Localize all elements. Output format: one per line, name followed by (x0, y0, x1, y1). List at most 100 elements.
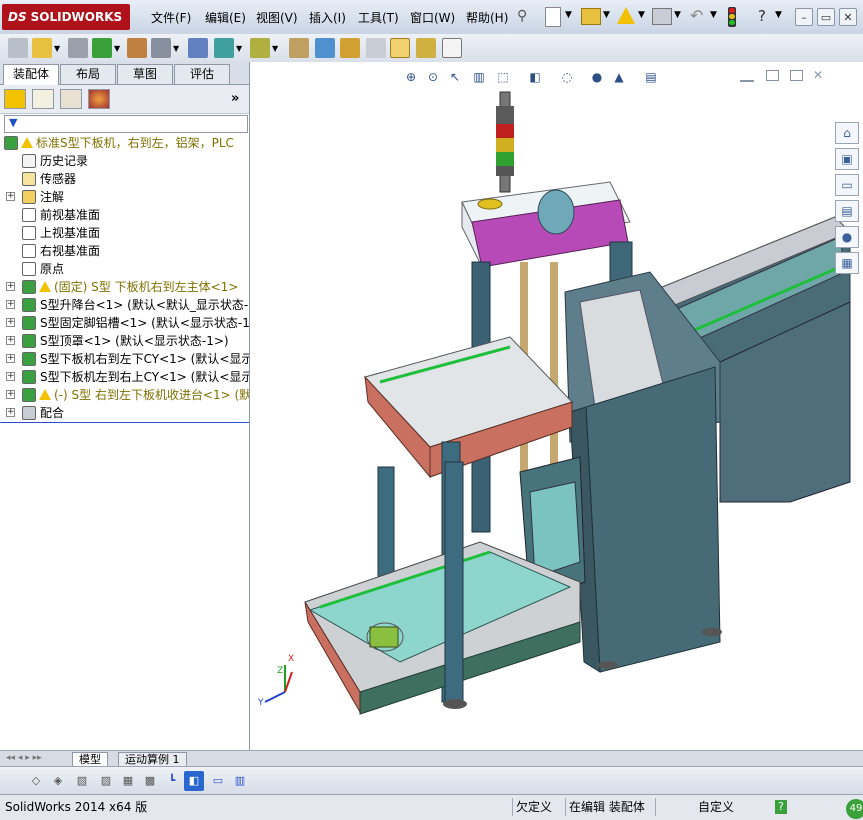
chevron-down-icon[interactable]: ▼ (236, 44, 242, 53)
chevron-down-icon[interactable]: ▼ (565, 10, 572, 20)
restore-button[interactable]: ▭ (817, 8, 835, 26)
tree-item[interactable]: + 注解 (0, 188, 249, 206)
section-view-icon[interactable]: ┗ (162, 771, 182, 791)
appearances-icon[interactable]: ● (835, 226, 859, 248)
insert-component-icon[interactable] (8, 38, 28, 58)
explode-line-sketch-icon[interactable] (366, 38, 386, 58)
exploded-view-icon[interactable] (340, 38, 360, 58)
minimize-button[interactable]: – (795, 8, 813, 26)
warning-icon[interactable] (617, 7, 635, 24)
tree-item[interactable]: + S型固定脚铝槽<1> (默认<显示状态-1> (0, 314, 249, 332)
chevron-down-icon[interactable]: ▼ (603, 10, 610, 20)
open-folder-icon[interactable] (581, 8, 601, 25)
feature-manager-tab-icon[interactable] (4, 89, 26, 109)
tree-item[interactable]: 上视基准面 (0, 224, 249, 242)
chevron-down-icon[interactable]: ▼ (114, 44, 120, 53)
rebuild-traffic-light-icon[interactable] (728, 7, 736, 27)
chevron-down-icon[interactable]: ▼ (272, 44, 278, 53)
custom-properties-icon[interactable]: ▦ (835, 252, 859, 274)
tree-item[interactable]: + S型升降台<1> (默认<默认_显示状态-1 (0, 296, 249, 314)
show-hidden-icon[interactable] (188, 38, 208, 58)
tree-filter-input[interactable]: ▼ (4, 115, 248, 133)
shadows-icon[interactable]: ▩ (140, 771, 160, 791)
expand-toggle-icon[interactable]: + (6, 318, 15, 327)
menu-file[interactable]: 文件(F) (151, 9, 191, 26)
help-status[interactable]: ? (775, 800, 787, 814)
notification-badge[interactable]: 49 (846, 799, 863, 819)
expand-toggle-icon[interactable]: + (6, 192, 15, 201)
tree-item[interactable]: 前视基准面 (0, 206, 249, 224)
menu-tools[interactable]: 工具(T) (358, 9, 399, 26)
instant3d-icon[interactable] (390, 38, 410, 58)
bill-of-materials-icon[interactable] (315, 38, 335, 58)
menu-help[interactable]: 帮助(H) (466, 9, 508, 26)
single-view-icon[interactable]: ▭ (208, 771, 228, 791)
design-library-icon[interactable]: ▣ (835, 148, 859, 170)
manager-expand-button[interactable]: » (231, 91, 239, 106)
help-icon[interactable]: ? (758, 7, 766, 25)
chevron-down-icon[interactable]: ▼ (710, 10, 717, 20)
move-component-icon[interactable] (151, 38, 171, 58)
tab-sketch[interactable]: 草图 (117, 64, 173, 84)
linear-pattern-icon[interactable] (92, 38, 112, 58)
tree-item[interactable]: 历史记录 (0, 152, 249, 170)
tree-item[interactable]: 传感器 (0, 170, 249, 188)
two-view-icon[interactable]: ▥ (230, 771, 250, 791)
tab-scroll-arrows-icon[interactable]: ◂◂ ◂ ▸ ▸▸ (6, 753, 42, 763)
new-motion-study-icon[interactable] (289, 38, 309, 58)
property-manager-tab-icon[interactable] (32, 89, 54, 109)
wireframe-icon[interactable]: ◇ (26, 771, 46, 791)
graphics-viewport[interactable]: ⊕ ⊙ ↖ ▥ ⬚ ◧ ◌ ● ▲ ▤ ✕ X Z Y ⌂ ▣ ▭ ▤ ● ▦ (250, 62, 863, 750)
close-button[interactable]: ✕ (839, 8, 857, 26)
menu-view[interactable]: 视图(V) (256, 9, 298, 26)
expand-toggle-icon[interactable]: + (6, 282, 15, 291)
smart-fasteners-icon[interactable] (127, 38, 147, 58)
home-icon[interactable]: ⌂ (835, 122, 859, 144)
expand-toggle-icon[interactable]: + (6, 336, 15, 345)
chevron-down-icon[interactable]: ▼ (173, 44, 179, 53)
reference-geometry-icon[interactable] (250, 38, 270, 58)
take-snapshot-icon[interactable] (442, 38, 462, 58)
tree-item[interactable]: + S型下板机右到左下CY<1> (默认<显示状 (0, 350, 249, 368)
shaded-with-edges-icon[interactable]: ▨ (96, 771, 116, 791)
tree-item[interactable]: 右视基准面 (0, 242, 249, 260)
machine-3d-model[interactable] (250, 62, 863, 750)
expand-toggle-icon[interactable]: + (6, 372, 15, 381)
units-status[interactable]: 自定义 (698, 799, 734, 815)
tree-item[interactable]: + 配合 (0, 404, 249, 422)
chevron-down-icon[interactable]: ▼ (775, 10, 782, 20)
expand-toggle-icon[interactable]: + (6, 300, 15, 309)
hidden-lines-removed-icon[interactable]: ▧ (72, 771, 92, 791)
tab-layout[interactable]: 布局 (60, 64, 116, 84)
filter-icon[interactable]: ▼ (9, 116, 17, 129)
menu-window[interactable]: 窗口(W) (410, 9, 455, 26)
chevron-down-icon[interactable]: ▼ (638, 10, 645, 20)
expand-toggle-icon[interactable]: + (6, 354, 15, 363)
view-palette-icon[interactable]: ▤ (835, 200, 859, 222)
pin-icon[interactable]: ⚲ (517, 8, 527, 24)
display-manager-tab-icon[interactable] (88, 89, 110, 109)
hidden-lines-visible-icon[interactable]: ◈ (48, 771, 68, 791)
tab-assembly[interactable]: 装配体 (3, 64, 59, 85)
speedpak-icon[interactable] (416, 38, 436, 58)
file-explorer-icon[interactable]: ▭ (835, 174, 859, 196)
expand-toggle-icon[interactable]: + (6, 408, 15, 417)
tree-item[interactable]: 原点 (0, 260, 249, 278)
configuration-manager-tab-icon[interactable] (60, 89, 82, 109)
new-document-icon[interactable] (545, 7, 561, 27)
open-folder-icon[interactable] (32, 38, 52, 58)
tree-item[interactable]: 标准S型下板机，右到左，铝架，PLC (0, 134, 249, 152)
assembly-features-icon[interactable] (214, 38, 234, 58)
mate-icon[interactable] (68, 38, 88, 58)
menu-edit[interactable]: 编辑(E) (205, 9, 246, 26)
shaded-icon[interactable]: ▦ (118, 771, 138, 791)
undo-icon[interactable]: ↶ (690, 6, 703, 25)
isometric-view-icon[interactable]: ◧ (184, 771, 204, 791)
tab-evaluate[interactable]: 评估 (174, 64, 230, 84)
solidworks-logo[interactable]: DS SOLIDWORKS (2, 4, 130, 30)
print-icon[interactable] (652, 8, 672, 25)
expand-toggle-icon[interactable]: + (6, 390, 15, 399)
tree-item[interactable]: + S型下板机左到右上CY<1> (默认<显示状 (0, 368, 249, 386)
chevron-down-icon[interactable]: ▼ (674, 10, 681, 20)
tree-item[interactable]: + (固定) S型 下板机右到左主体<1> (0, 278, 249, 296)
